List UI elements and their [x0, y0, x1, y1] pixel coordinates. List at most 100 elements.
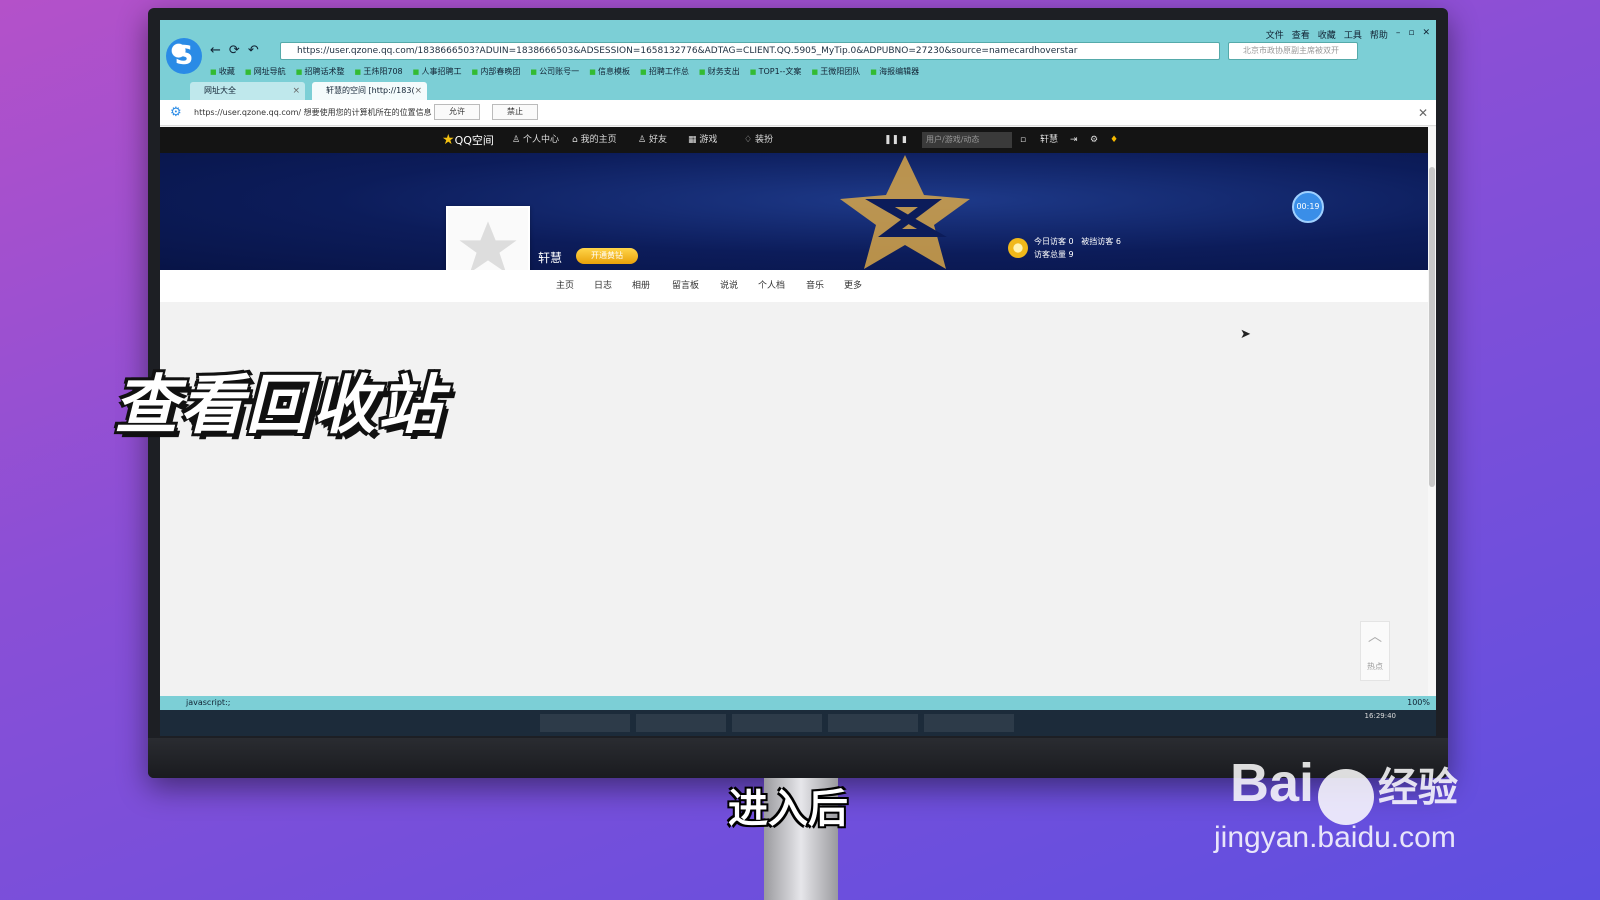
nav-dressup[interactable]: ♢ 装扮 [744, 127, 773, 153]
menu-help[interactable]: 帮助 [1370, 28, 1388, 41]
tab-qzone[interactable]: 轩慧的空间 [http://183( × [312, 82, 427, 100]
nav-username[interactable]: 轩慧 [1040, 127, 1058, 153]
tab-message-board[interactable]: 留言板 [672, 270, 699, 302]
side-tools: ︿ 热点 [1360, 621, 1390, 681]
tab-shuoshuo[interactable]: 说说 [720, 270, 738, 302]
baidu-jingyan-watermark: Bai 经验 jingyan.baidu.com [1214, 752, 1458, 855]
taskbar-app[interactable] [924, 714, 1014, 732]
tab-more[interactable]: 更多 [844, 270, 862, 302]
subtitle-caption: 进入后 [728, 786, 848, 832]
bookmark-item[interactable]: 招聘话术整 [296, 66, 345, 77]
today-visitors[interactable]: 今日访客 0 [1034, 237, 1074, 246]
signal-icon[interactable]: ▮ [902, 127, 907, 153]
close-tab-icon[interactable]: × [292, 82, 300, 100]
mouse-cursor-icon: ➤ [1240, 327, 1251, 342]
tab-label: 轩慧的空间 [http://183( [326, 86, 415, 95]
nav-games[interactable]: ▦ 游戏 [688, 127, 717, 153]
menu-file[interactable]: 文件 [1266, 28, 1284, 41]
windows-taskbar: 16:29:40 [160, 710, 1436, 736]
taskbar-app[interactable] [828, 714, 918, 732]
visitor-medal-icon [1008, 238, 1028, 258]
close-window-icon[interactable]: ✕ [1422, 28, 1430, 41]
diamond-icon[interactable]: ♦ [1110, 127, 1118, 153]
permission-message: https://user.qzone.qq.com/ 想要使用您的计算机所在的位… [194, 108, 432, 117]
qzone-search-input[interactable]: 用户/游戏/动态 [922, 132, 1012, 148]
nav-my-home[interactable]: ⌂ 我的主页 [572, 127, 617, 153]
visitor-stats: 今日访客 0 被挡访客 6 访客总量 9 [1034, 235, 1121, 261]
undo-icon[interactable]: ↶ [248, 43, 259, 58]
sogou-browser-logo-icon: S [166, 38, 202, 74]
taskbar-app[interactable] [540, 714, 630, 732]
logout-icon[interactable]: ⇥ [1070, 127, 1078, 153]
profile-username: 轩慧 [538, 251, 563, 265]
nav-personal-center[interactable]: ♙ 个人中心 [512, 127, 559, 153]
profile-banner [160, 153, 1436, 270]
open-yellow-diamond-button[interactable]: 开通黄钻 [576, 248, 638, 264]
nav-label: 好友 [648, 135, 667, 145]
bookmark-item[interactable]: 信息模板 [589, 66, 630, 77]
nav-label: 我的主页 [580, 135, 617, 145]
status-bar: javascript:; 100% [160, 696, 1436, 710]
qzone-logo[interactable]: ★QQ空间 [442, 127, 494, 154]
nav-label: 游戏 [699, 135, 718, 145]
browser-search-input[interactable]: 北京市政协原副主席被双开 [1228, 42, 1358, 60]
bookmark-item[interactable]: 内部春晚团 [472, 66, 520, 77]
overlay-title: 查看回收站 [114, 369, 444, 443]
tab-home[interactable]: 主页 [556, 270, 574, 302]
blocked-visitors[interactable]: 被挡访客 6 [1081, 237, 1121, 246]
deny-button[interactable]: 禁止 [492, 104, 538, 120]
allow-button[interactable]: 允许 [434, 104, 480, 120]
menu-favorites[interactable]: 收藏 [1318, 28, 1336, 41]
bookmark-item[interactable]: 财务支出 [699, 66, 740, 77]
page-scrollbar[interactable] [1428, 127, 1436, 696]
address-bar[interactable]: https://user.qzone.qq.com/1838666503?ADU… [280, 42, 1220, 60]
watermark-brand: Bai [1230, 753, 1315, 813]
timer-badge[interactable]: 00:19 [1292, 191, 1324, 223]
taskbar-clock: 16:29:40 [1364, 712, 1396, 720]
maximize-icon[interactable]: ▫ [1408, 28, 1414, 41]
bookmark-item[interactable]: TOP1--文案 [750, 66, 802, 77]
nav-label: 装扮 [754, 135, 773, 145]
bookmark-item[interactable]: 海报编辑器 [870, 66, 919, 77]
pause-icon[interactable]: ❚❚ [884, 127, 899, 153]
taskbar-app[interactable] [636, 714, 726, 732]
close-infobar-icon[interactable]: ✕ [1418, 100, 1428, 126]
bookmark-item[interactable]: 王微阳团队 [811, 66, 860, 77]
qzone-top-nav: ★QQ空间 ♙ 个人中心 ⌂ 我的主页 ♙ 好友 ▦ 游戏 ♢ 装扮 ❚❚ ▮ … [160, 127, 1436, 153]
back-icon[interactable]: ← [210, 43, 221, 58]
bookmark-item[interactable]: 收藏 [210, 66, 235, 77]
watermark-url: jingyan.baidu.com [1214, 820, 1456, 854]
baidu-paw-icon [1318, 768, 1375, 825]
bookmark-item[interactable]: 人事招聘工 [413, 66, 462, 77]
taskbar-app[interactable] [732, 714, 822, 732]
menu-view[interactable]: 查看 [1292, 28, 1310, 41]
browser-menu: 文件 查看 收藏 工具 帮助 – ▫ ✕ [1266, 28, 1430, 41]
tab-profile[interactable]: 个人档 [758, 270, 785, 302]
user-avatar-small[interactable]: ▫ [1020, 127, 1026, 153]
refresh-icon[interactable]: ⟳ [229, 43, 240, 58]
total-visitors[interactable]: 访客总量 9 [1034, 250, 1074, 259]
scroll-thumb[interactable] [1429, 167, 1435, 487]
profile-subnav: 主页 日志 相册 留言板 说说 个人档 音乐 更多 [160, 270, 1436, 302]
zoom-level[interactable]: 100% [1407, 696, 1430, 710]
location-permission-bar: ⚙ https://user.qzone.qq.com/ 想要使用您的计算机所在… [160, 100, 1436, 126]
tab-blog[interactable]: 日志 [594, 270, 612, 302]
bookmark-item[interactable]: 网址导航 [245, 66, 286, 77]
bookmark-item[interactable]: 王炜阳708 [355, 66, 402, 77]
tab-url-directory[interactable]: 网址大全 × [190, 82, 305, 100]
tab-photos[interactable]: 相册 [632, 270, 650, 302]
hot-button[interactable]: 热点 [1361, 652, 1389, 682]
bookmark-item[interactable]: 招聘工作总 [640, 66, 689, 77]
settings-gear-icon: ⚙ [170, 105, 182, 120]
tab-music[interactable]: 音乐 [806, 270, 824, 302]
bookmarks-bar: 收藏 网址导航 招聘话术整 王炜阳708 人事招聘工 内部春晚团 公司账号一 信… [210, 66, 919, 77]
settings-icon[interactable]: ⚙ [1090, 127, 1098, 153]
bookmark-item[interactable]: 公司账号一 [530, 66, 579, 77]
minimize-icon[interactable]: – [1396, 28, 1401, 41]
star-icon: ★ [442, 132, 455, 148]
menu-tools[interactable]: 工具 [1344, 28, 1362, 41]
nav-friends[interactable]: ♙ 好友 [638, 127, 667, 153]
back-to-top-icon[interactable]: ︿ [1361, 622, 1389, 652]
tab-strip: ⌂ 网址大全 × 轩慧的空间 [http://183( × + [160, 80, 1436, 156]
close-tab-icon[interactable]: × [414, 82, 422, 100]
